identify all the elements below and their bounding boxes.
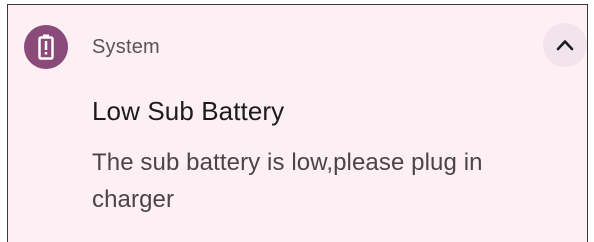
notification-card[interactable]: System Low Sub Battery The sub battery i… bbox=[7, 4, 588, 242]
battery-terminal bbox=[43, 34, 49, 38]
app-name: System bbox=[92, 36, 160, 58]
alert-mark-dot bbox=[44, 52, 48, 55]
alert-mark-line bbox=[44, 41, 48, 50]
chevron-up-icon bbox=[556, 40, 574, 51]
battery-alert-icon-graphic bbox=[24, 25, 68, 69]
battery-alert-icon bbox=[24, 25, 68, 69]
notification-title: Low Sub Battery bbox=[92, 96, 285, 126]
collapse-button[interactable] bbox=[543, 23, 587, 67]
notification-screen: System Low Sub Battery The sub battery i… bbox=[0, 0, 594, 242]
notification-body: The sub battery is low,please plug in ch… bbox=[92, 149, 483, 213]
